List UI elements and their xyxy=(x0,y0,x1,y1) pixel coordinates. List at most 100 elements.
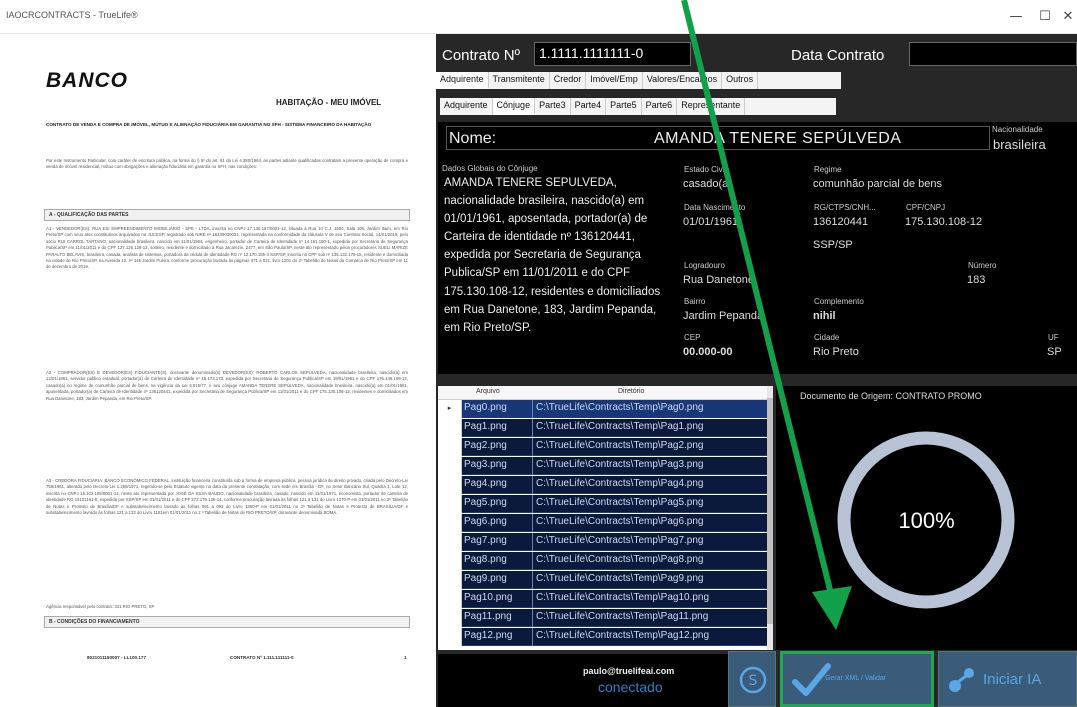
id-document-value[interactable]: 136120441 xyxy=(810,214,900,231)
marital-status-value[interactable]: casado(a) xyxy=(680,176,804,193)
name-label: Nome: xyxy=(449,130,497,147)
name-field[interactable]: Nome: AMANDA TENERE SEPÚLVEDA xyxy=(446,126,990,150)
state-value[interactable]: SP xyxy=(1044,344,1077,361)
file-name-cell[interactable]: Pag12.png xyxy=(464,630,512,641)
file-name-cell[interactable]: Pag3.png xyxy=(464,459,507,470)
file-name-cell[interactable]: Pag11.png xyxy=(464,611,512,622)
regime-value[interactable]: comunhão parcial de bens xyxy=(810,176,1077,193)
grid-scrollbar[interactable] xyxy=(767,386,773,650)
file-path-cell[interactable]: C:\TrueLife\Contracts\Temp\Pag3.png xyxy=(536,459,704,470)
table-row[interactable]: Pag4.png C:\TrueLife\Contracts\Temp\Pag4.… xyxy=(438,476,767,494)
table-row[interactable]: Pag6.png C:\TrueLife\Contracts\Temp\Pag6.… xyxy=(438,514,767,532)
city-value[interactable]: Rio Preto xyxy=(810,344,1042,361)
table-row[interactable]: Pag11.png C:\TrueLife\Contracts\Temp\Pag1… xyxy=(438,609,767,627)
row-indicator[interactable] xyxy=(438,552,462,570)
col-diretorio[interactable]: Diretório xyxy=(618,388,644,395)
generate-xml-button[interactable]: Gerar XML / Validar xyxy=(780,651,934,707)
row-indicator[interactable] xyxy=(438,533,462,551)
table-row[interactable]: Pag9.png C:\TrueLife\Contracts\Temp\Pag9.… xyxy=(438,571,767,589)
col-arquivo[interactable]: Arquivo xyxy=(476,388,500,395)
number-value[interactable]: 183 xyxy=(964,272,1077,289)
tab-outros[interactable]: Outros xyxy=(722,72,759,89)
nationality-value[interactable]: brasileira xyxy=(990,136,1077,153)
table-row[interactable]: Pag1.png C:\TrueLife\Contracts\Temp\Pag1.… xyxy=(438,419,767,437)
row-indicator[interactable] xyxy=(438,571,462,589)
complement-value[interactable]: nihil xyxy=(810,308,935,325)
file-path-cell[interactable]: C:\TrueLife\Contracts\Temp\Pag1.png xyxy=(536,421,704,432)
file-path-cell[interactable]: C:\TrueLife\Contracts\Temp\Pag9.png xyxy=(536,573,704,584)
tab-adquirente[interactable]: Adquirente xyxy=(436,72,489,89)
row-indicator[interactable] xyxy=(438,628,462,646)
row-indicator[interactable] xyxy=(438,590,462,608)
cpf-value[interactable]: 175.130.108-12 xyxy=(902,214,1077,231)
file-name-cell[interactable]: Pag9.png xyxy=(464,573,507,584)
file-path-cell[interactable]: C:\TrueLife\Contracts\Temp\Pag0.png xyxy=(536,402,704,413)
close-button[interactable]: ✕ xyxy=(1053,6,1077,28)
row-indicator[interactable] xyxy=(438,609,462,627)
file-name-cell[interactable]: Pag8.png xyxy=(464,554,507,565)
row-indicator[interactable] xyxy=(438,438,462,456)
table-row[interactable]: Pag2.png C:\TrueLife\Contracts\Temp\Pag2.… xyxy=(438,438,767,456)
global-data-box[interactable]: Dados Globais do Cônjuge AMANDA TENERE S… xyxy=(442,164,674,369)
file-name-cell[interactable]: Pag6.png xyxy=(464,516,507,527)
minimize-button[interactable]: — xyxy=(1001,6,1031,28)
row-indicator[interactable] xyxy=(438,457,462,475)
file-name-cell[interactable]: Pag0.png xyxy=(464,402,507,413)
subtab-representante[interactable]: Representante xyxy=(677,98,746,115)
cell-divider xyxy=(532,628,533,646)
generate-xml-label: Gerar XML / Validar xyxy=(825,675,887,682)
file-name-cell[interactable]: Pag2.png xyxy=(464,440,507,451)
table-row[interactable]: Pag8.png C:\TrueLife\Contracts\Temp\Pag8.… xyxy=(438,552,767,570)
id-issuer-value[interactable]: SSP/SP xyxy=(810,237,900,254)
subtab-parte3[interactable]: Parte3 xyxy=(535,98,571,115)
row-indicator[interactable] xyxy=(438,495,462,513)
cell-divider xyxy=(532,571,533,589)
row-indicator[interactable] xyxy=(438,419,462,437)
contract-date-field[interactable] xyxy=(909,42,1077,66)
contract-number-field[interactable]: 1.1111.1111111-0 xyxy=(534,42,691,66)
tab-valores[interactable]: Valores/Encargos xyxy=(642,72,723,89)
file-name-cell[interactable]: Pag7.png xyxy=(464,535,507,546)
file-path-cell[interactable]: C:\TrueLife\Contracts\Temp\Pag2.png xyxy=(536,440,704,451)
table-row[interactable]: Pag7.png C:\TrueLife\Contracts\Temp\Pag7.… xyxy=(438,533,767,551)
zip-value[interactable]: 00.000-00 xyxy=(680,344,804,361)
files-grid[interactable]: Arquivo Diretório ▸ Pag0.png C:\TrueLife\C… xyxy=(438,386,773,650)
subtab-parte6[interactable]: Parte6 xyxy=(641,98,678,115)
table-row[interactable]: Pag3.png C:\TrueLife\Contracts\Temp\Pag3.… xyxy=(438,457,767,475)
table-row[interactable]: Pag12.png C:\TrueLife\Contracts\Temp\Pag1… xyxy=(438,628,767,646)
global-data-text: AMANDA TENERE SEPULVEDA, nacionalidade b… xyxy=(444,177,661,334)
section-b-header: B - CONDIÇÕES DO FINANCIAMENTO xyxy=(44,616,410,628)
file-path-cell[interactable]: C:\TrueLife\Contracts\Temp\Pag6.png xyxy=(536,516,704,527)
birth-date-value[interactable]: 01/01/1961 xyxy=(680,214,804,231)
subtab-parte5[interactable]: Parte5 xyxy=(606,98,642,115)
subtab-conjuge[interactable]: Cônjuge xyxy=(492,98,536,115)
file-path-cell[interactable]: C:\TrueLife\Contracts\Temp\Pag11.png xyxy=(536,611,708,622)
file-name-cell[interactable]: Pag1.png xyxy=(464,421,507,432)
scrollbar-thumb[interactable] xyxy=(767,398,773,624)
tab-transmitente[interactable]: Transmitente xyxy=(488,72,550,89)
row-indicator[interactable] xyxy=(438,476,462,494)
table-row[interactable]: Pag5.png C:\TrueLife\Contracts\Temp\Pag5.… xyxy=(438,495,767,513)
tab-credor[interactable]: Credor xyxy=(549,72,587,89)
file-name-cell[interactable]: Pag10.png xyxy=(464,592,512,603)
row-indicator[interactable]: ▸ xyxy=(438,400,462,418)
tab-imovel[interactable]: Imóvel/Emp xyxy=(586,72,643,89)
file-name-cell[interactable]: Pag4.png xyxy=(464,478,507,489)
file-path-cell[interactable]: C:\TrueLife\Contracts\Temp\Pag5.png xyxy=(536,497,704,508)
street-value[interactable]: Rua Danetone xyxy=(680,272,963,289)
district-value[interactable]: Jardim Pepanda xyxy=(680,308,804,325)
program-title: HABITAÇÃO - MEU IMÓVEL xyxy=(276,98,382,107)
file-path-cell[interactable]: C:\TrueLife\Contracts\Temp\Pag12.png xyxy=(536,630,709,641)
billing-button[interactable]: S xyxy=(728,651,776,707)
file-path-cell[interactable]: C:\TrueLife\Contracts\Temp\Pag10.png xyxy=(536,592,709,603)
start-ai-button[interactable]: Iniciar IA xyxy=(938,651,1077,707)
file-path-cell[interactable]: C:\TrueLife\Contracts\Temp\Pag8.png xyxy=(536,554,704,565)
file-path-cell[interactable]: C:\TrueLife\Contracts\Temp\Pag7.png xyxy=(536,535,704,546)
table-row[interactable]: Pag10.png C:\TrueLife\Contracts\Temp\Pag1… xyxy=(438,590,767,608)
table-row[interactable]: ▸ Pag0.png C:\TrueLife\Contracts\Temp\Pag0… xyxy=(438,400,767,418)
file-name-cell[interactable]: Pag5.png xyxy=(464,497,507,508)
subtab-parte4[interactable]: Parte4 xyxy=(570,98,607,115)
file-path-cell[interactable]: C:\TrueLife\Contracts\Temp\Pag4.png xyxy=(536,478,704,489)
row-indicator[interactable] xyxy=(438,514,462,532)
subtab-adquirente[interactable]: Adquirente xyxy=(440,98,493,115)
